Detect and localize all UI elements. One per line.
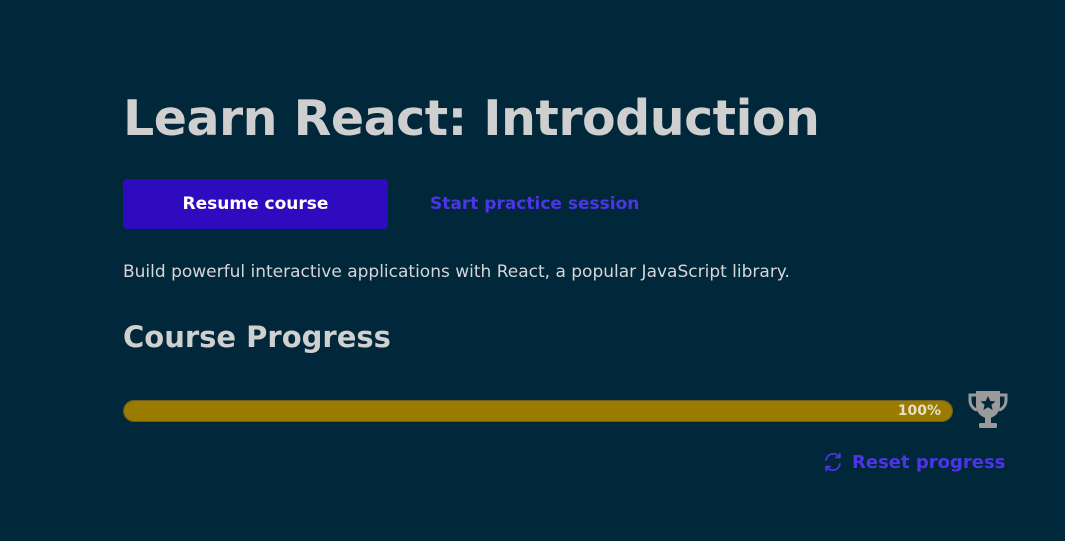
progress-bar: 100% <box>123 400 953 422</box>
progress-fill <box>124 401 952 421</box>
progress-percent: 100% <box>897 403 941 419</box>
resume-course-button[interactable]: Resume course <box>123 179 388 229</box>
refresh-icon <box>825 452 841 472</box>
reset-progress-label: Reset progress <box>852 451 1006 473</box>
course-title: Learn React: Introduction <box>123 90 820 147</box>
course-actions: Resume course Start practice session <box>123 179 639 229</box>
reset-progress-button[interactable]: Reset progress <box>822 448 1005 476</box>
trophy-icon <box>968 391 1008 428</box>
course-page: Learn React: Introduction Resume course … <box>123 88 1013 473</box>
progress-heading: Course Progress <box>123 320 391 354</box>
course-description: Build powerful interactive applications … <box>123 262 790 282</box>
start-practice-link[interactable]: Start practice session <box>430 194 639 214</box>
